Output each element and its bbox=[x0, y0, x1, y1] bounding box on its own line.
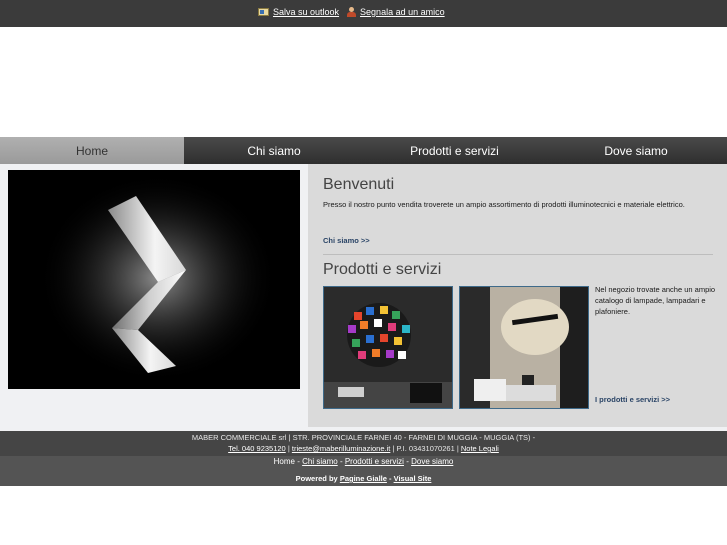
outlook-icon bbox=[258, 8, 269, 16]
company-address: MABER COMMERCIALE srl | STR. PROVINCIALE… bbox=[191, 433, 536, 442]
phone-link[interactable]: Tel. 040 9235120 bbox=[228, 444, 286, 453]
powered-prefix: Powered by bbox=[295, 474, 338, 483]
nav-item-prodotti[interactable]: Prodotti e servizi bbox=[364, 137, 545, 164]
contact-line: Tel. 040 9235120 | trieste@maberillumina… bbox=[228, 444, 499, 453]
visual-site-link[interactable]: Visual Site bbox=[394, 474, 432, 483]
nav-item-home[interactable]: Home bbox=[0, 137, 184, 164]
legal-notes-link[interactable]: Note Legali bbox=[461, 444, 499, 453]
tell-friend-link[interactable]: Segnala ad un amico bbox=[347, 7, 445, 17]
footer-link-prodotti[interactable]: Prodotti e servizi bbox=[345, 457, 404, 466]
chi-siamo-link[interactable]: Chi siamo >> bbox=[323, 236, 370, 245]
products-text: Nel negozio trovate anche un ampio catal… bbox=[595, 285, 716, 316]
footer-link-home[interactable]: Home bbox=[274, 457, 295, 466]
welcome-text: Presso il nostro punto vendita troverete… bbox=[323, 200, 685, 209]
top-bar: Salva su outlook Segnala ad un amico bbox=[0, 0, 727, 27]
footer-info: MABER COMMERCIALE srl | STR. PROVINCIALE… bbox=[0, 431, 727, 456]
person-icon bbox=[347, 7, 357, 17]
products-title: Prodotti e servizi bbox=[323, 261, 442, 278]
welcome-title: Benvenuti bbox=[323, 176, 395, 193]
chandelier-illustration bbox=[324, 287, 452, 408]
main-nav: Home Chi siamo Prodotti e servizi Dove s… bbox=[0, 137, 727, 164]
footer-link-chi-siamo[interactable]: Chi siamo bbox=[302, 457, 338, 466]
save-outlook-label: Salva su outlook bbox=[273, 7, 340, 17]
footer-nav: Home - Chi siamo - Prodotti e servizi - … bbox=[0, 456, 727, 486]
info-panel: Benvenuti Presso il nostro punto vendita… bbox=[308, 164, 727, 427]
product-photo-chandelier bbox=[323, 286, 453, 409]
tell-friend-label: Segnala ad un amico bbox=[360, 7, 445, 17]
main-content: Benvenuti Presso il nostro punto vendita… bbox=[0, 164, 727, 431]
footer-link-dove-siamo[interactable]: Dove siamo bbox=[411, 457, 453, 466]
vat-number: P.I. 03431070261 bbox=[396, 444, 455, 453]
hero-lamp-image bbox=[8, 170, 300, 389]
nav-item-chi-siamo[interactable]: Chi siamo bbox=[184, 137, 364, 164]
product-photo-wall-lamp bbox=[459, 286, 589, 409]
pagine-gialle-link[interactable]: Pagine Gialle bbox=[340, 474, 387, 483]
wall-lamp-illustration bbox=[460, 287, 588, 408]
powered-by: Powered by Pagine Gialle - Visual Site bbox=[295, 474, 432, 483]
save-outlook-link[interactable]: Salva su outlook bbox=[258, 7, 339, 17]
lamp-illustration bbox=[8, 170, 300, 389]
divider bbox=[323, 254, 713, 255]
nav-item-dove-siamo[interactable]: Dove siamo bbox=[545, 137, 727, 164]
top-links: Salva su outlook Segnala ad un amico bbox=[258, 7, 445, 17]
email-link[interactable]: trieste@maberilluminazione.it bbox=[292, 444, 391, 453]
products-link[interactable]: I prodotti e servizi >> bbox=[595, 395, 670, 404]
footer-links: Home - Chi siamo - Prodotti e servizi - … bbox=[273, 457, 454, 466]
